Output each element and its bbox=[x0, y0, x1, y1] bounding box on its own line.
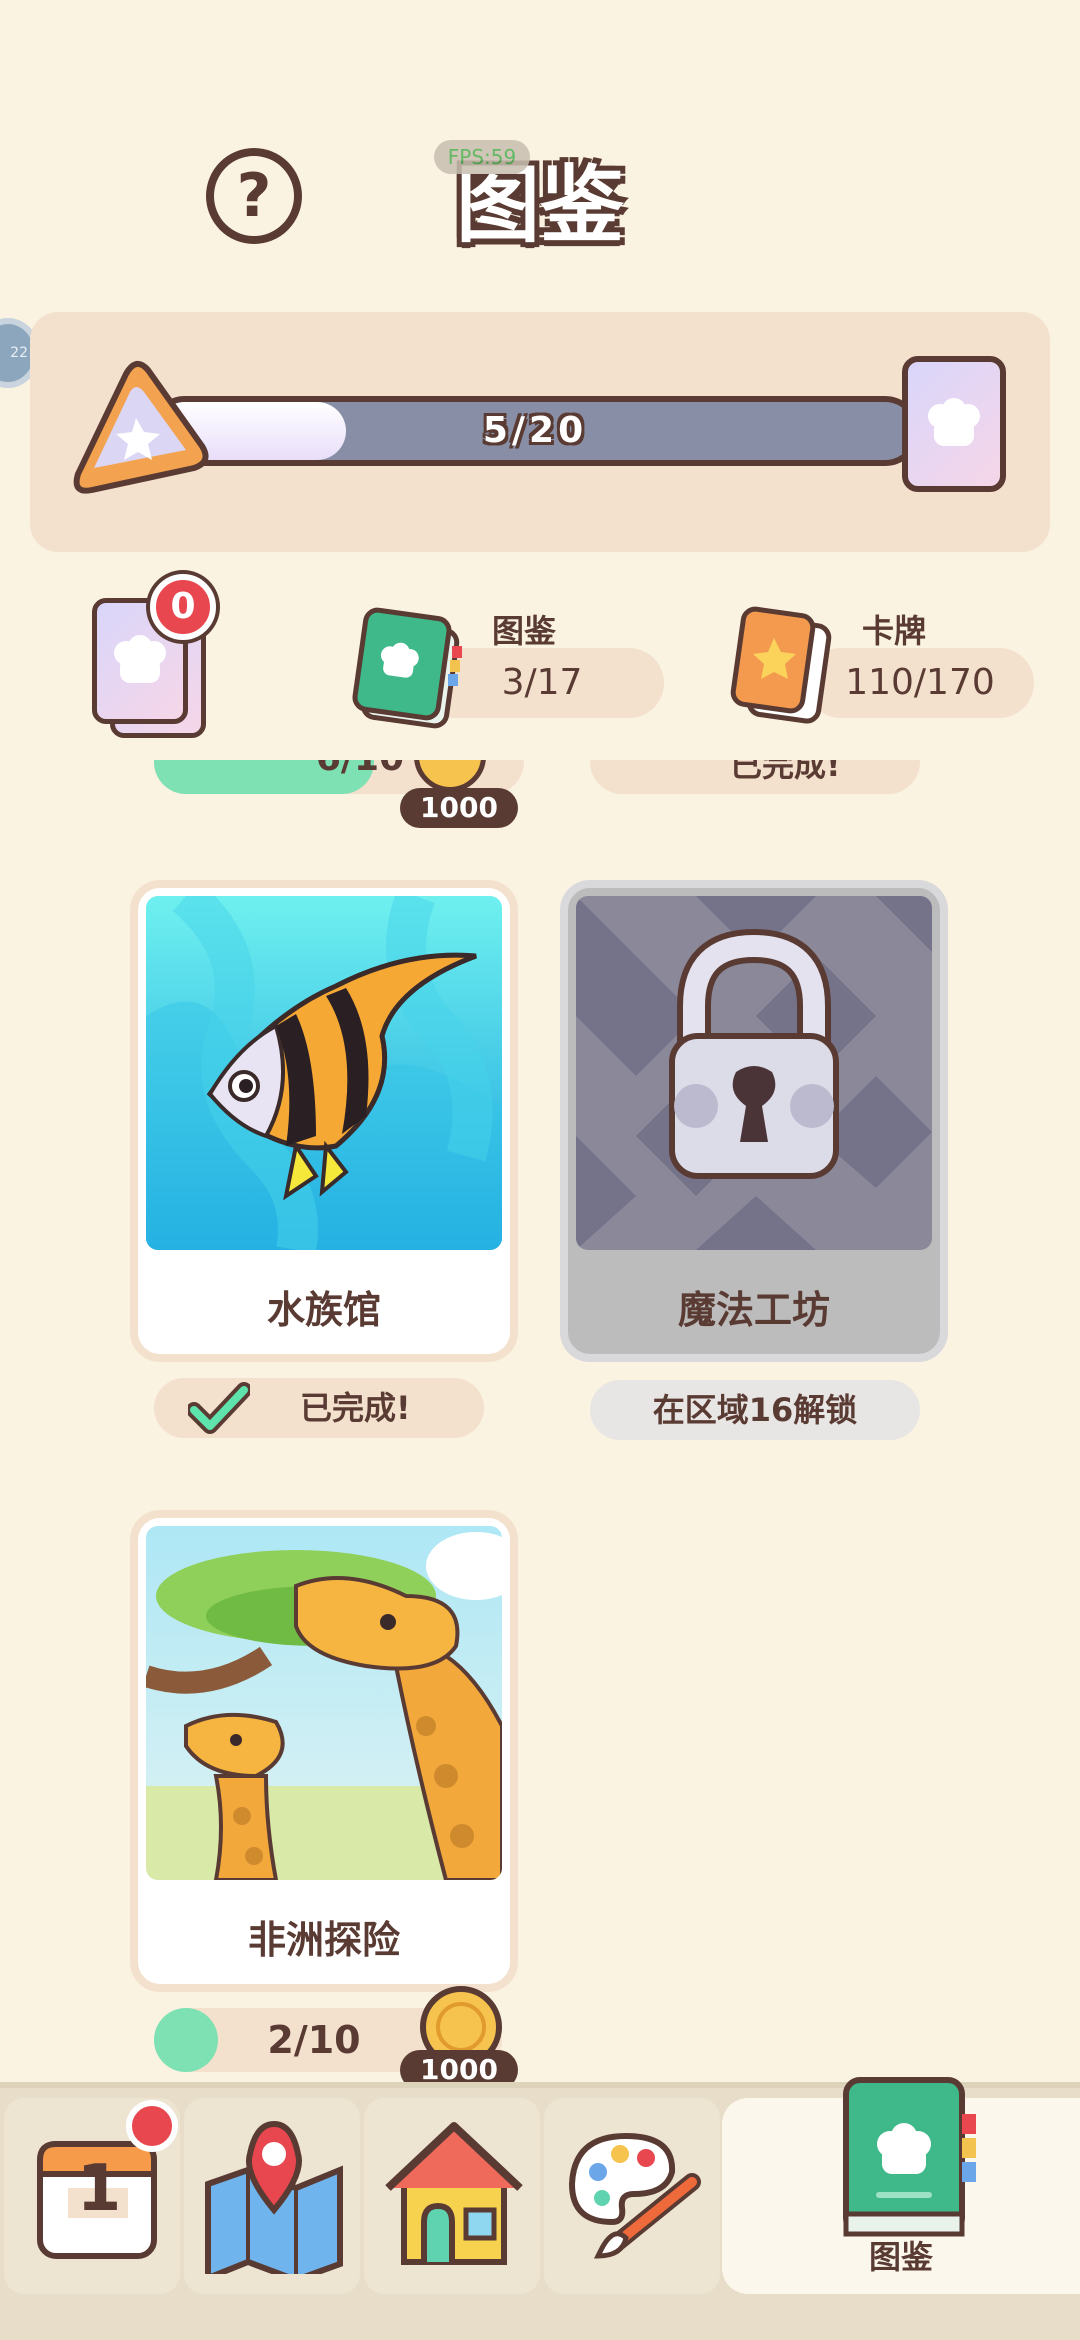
palette-icon bbox=[568, 2132, 701, 2259]
level-name: 水族馆 bbox=[266, 1288, 381, 1332]
collection-book-icon bbox=[352, 607, 462, 729]
collection-stat-label: 图鉴 bbox=[492, 612, 557, 650]
cards-stat-label: 卡牌 bbox=[862, 612, 927, 650]
check-icon bbox=[188, 1382, 250, 1434]
level-name: 魔法工坊 bbox=[677, 1288, 830, 1332]
fish-illustration bbox=[146, 896, 502, 1250]
level-card-magic-workshop[interactable]: 魔法工坊 bbox=[560, 880, 948, 1362]
calendar-day: 1 bbox=[76, 2152, 122, 2226]
level-status-locked: 在区域16解锁 bbox=[590, 1380, 920, 1440]
reward-card-icon bbox=[902, 356, 1006, 492]
side-tab-label: 22 bbox=[10, 345, 28, 361]
nav-tab-home[interactable] bbox=[364, 2098, 540, 2294]
notification-badge: 0 bbox=[150, 574, 216, 640]
progress-text: 5/20 bbox=[482, 410, 588, 451]
cards-icon bbox=[730, 606, 832, 724]
fps-counter: FPS:59 bbox=[434, 140, 530, 174]
clipped-reward-label: 1000 bbox=[400, 788, 518, 828]
clipped-status-text: 已完成! bbox=[730, 760, 841, 784]
pack-ticket-icon bbox=[73, 361, 209, 494]
house-icon bbox=[385, 2122, 523, 2265]
level-name: 非洲探险 bbox=[247, 1918, 400, 1962]
page-title: 图鉴 bbox=[455, 156, 624, 254]
level-card-africa-adventure[interactable]: 非洲探险 bbox=[130, 1510, 518, 1992]
level-card-aquarium[interactable]: 水族馆 bbox=[130, 880, 518, 1362]
level-status-completed: 已完成! bbox=[154, 1378, 484, 1438]
cards-stat-value: 110/170 bbox=[806, 648, 1034, 718]
collection-book-icon bbox=[843, 2077, 976, 2237]
map-icon bbox=[205, 2120, 343, 2274]
level-status-text: 已完成! bbox=[300, 1389, 411, 1427]
help-button[interactable]: ? bbox=[206, 148, 302, 244]
clipped-status-row: 已完成! bbox=[590, 760, 920, 808]
level-progress-text: 2/10 bbox=[267, 2018, 361, 2062]
calendar-notification-dot bbox=[126, 2100, 178, 2152]
nav-tab-map[interactable] bbox=[184, 2098, 360, 2294]
giraffe-illustration bbox=[146, 1526, 502, 1880]
nav-tab-decorate[interactable] bbox=[544, 2098, 720, 2294]
nav-label-collection: 图鉴 bbox=[868, 2238, 933, 2276]
locked-illustration bbox=[576, 896, 932, 1250]
